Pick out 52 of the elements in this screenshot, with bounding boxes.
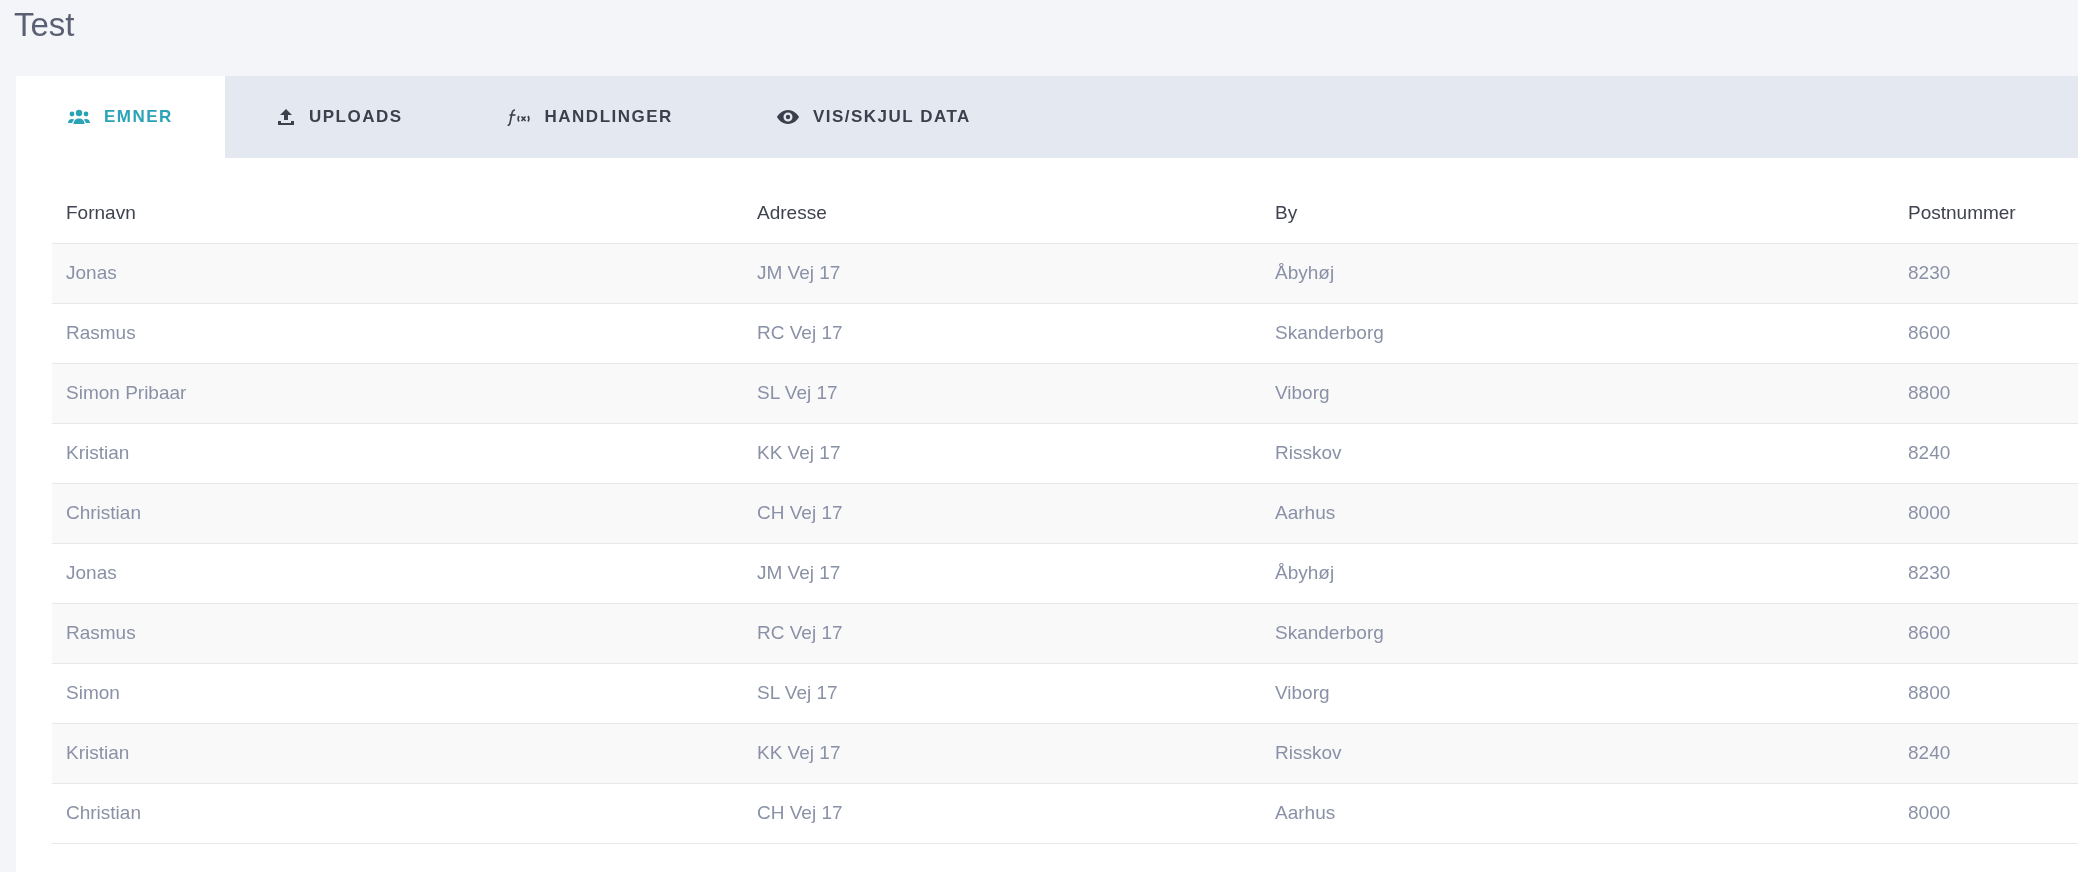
table-cell-text: RC Vej 17 (756, 321, 844, 346)
table-cell-text: Skanderborg (1274, 321, 1385, 346)
tab[interactable]: HANDLINGER (454, 76, 725, 158)
tab[interactable]: VIS/SKJUL DATA (724, 76, 1023, 158)
table-cell-text: JM Vej 17 (756, 261, 842, 286)
table-cell-text: Risskov (1274, 441, 1343, 466)
users-icon (68, 109, 90, 125)
eye-icon (776, 110, 799, 124)
table-cell-text: 8000 (1907, 801, 1952, 826)
table-cell-text: 8600 (1907, 321, 1952, 346)
table-cell-text: RC Vej 17 (756, 621, 844, 646)
table-cell-text: 8000 (1907, 501, 1952, 526)
table-cell-text: Christian (65, 801, 142, 826)
table-cell-text: CH Vej 17 (756, 801, 844, 826)
column-header: Adresse (756, 201, 828, 226)
table-cell-text: JM Vej 17 (756, 561, 842, 586)
table-cell-text: CH Vej 17 (756, 501, 844, 526)
table-cell-text: Skanderborg (1274, 621, 1385, 646)
column-header: Fornavn (65, 201, 137, 226)
table-cell-text: KK Vej 17 (756, 741, 842, 766)
table-cell-text: SL Vej 17 (756, 681, 839, 706)
table-cell-text: Åbyhøj (1274, 561, 1336, 586)
table-cell-text: 8600 (1907, 621, 1952, 646)
column-header: By (1274, 201, 1299, 226)
table-cell-text: Åbyhøj (1274, 261, 1336, 286)
table-cell-text: Viborg (1274, 681, 1331, 706)
tab[interactable]: UPLOADS (224, 76, 455, 158)
table-cell-text: Simon (65, 681, 121, 706)
table-cell-text: Christian (65, 501, 142, 526)
table-cell-text: 8240 (1907, 741, 1952, 766)
upload-icon (276, 108, 295, 126)
table-cell-text: Risskov (1274, 741, 1343, 766)
function-icon (506, 108, 531, 126)
column-header: Postnummer (1907, 201, 2017, 226)
table-cell-text: Rasmus (65, 321, 137, 346)
table-cell-text: 8800 (1907, 381, 1952, 406)
table-cell-text: Viborg (1274, 381, 1331, 406)
table-cell-text: Rasmus (65, 621, 137, 646)
table-cell-text: Jonas (65, 561, 118, 586)
table-cell-text: Kristian (65, 441, 131, 466)
table-cell-text: KK Vej 17 (756, 441, 842, 466)
table-cell-text: Aarhus (1274, 801, 1337, 826)
table-cell-text: 8800 (1907, 681, 1952, 706)
table-cell-text: 8230 (1907, 561, 1952, 586)
table-cell-text: Jonas (65, 261, 118, 286)
table-cell-text: Aarhus (1274, 501, 1337, 526)
table-cell-text: 8230 (1907, 261, 1952, 286)
table-cell-text: SL Vej 17 (756, 381, 839, 406)
table-cell-text: Kristian (65, 741, 131, 766)
page-title: Test (13, 5, 76, 45)
table-cell-text: Simon Pribaar (65, 381, 188, 406)
table-cell-text: 8240 (1907, 441, 1952, 466)
